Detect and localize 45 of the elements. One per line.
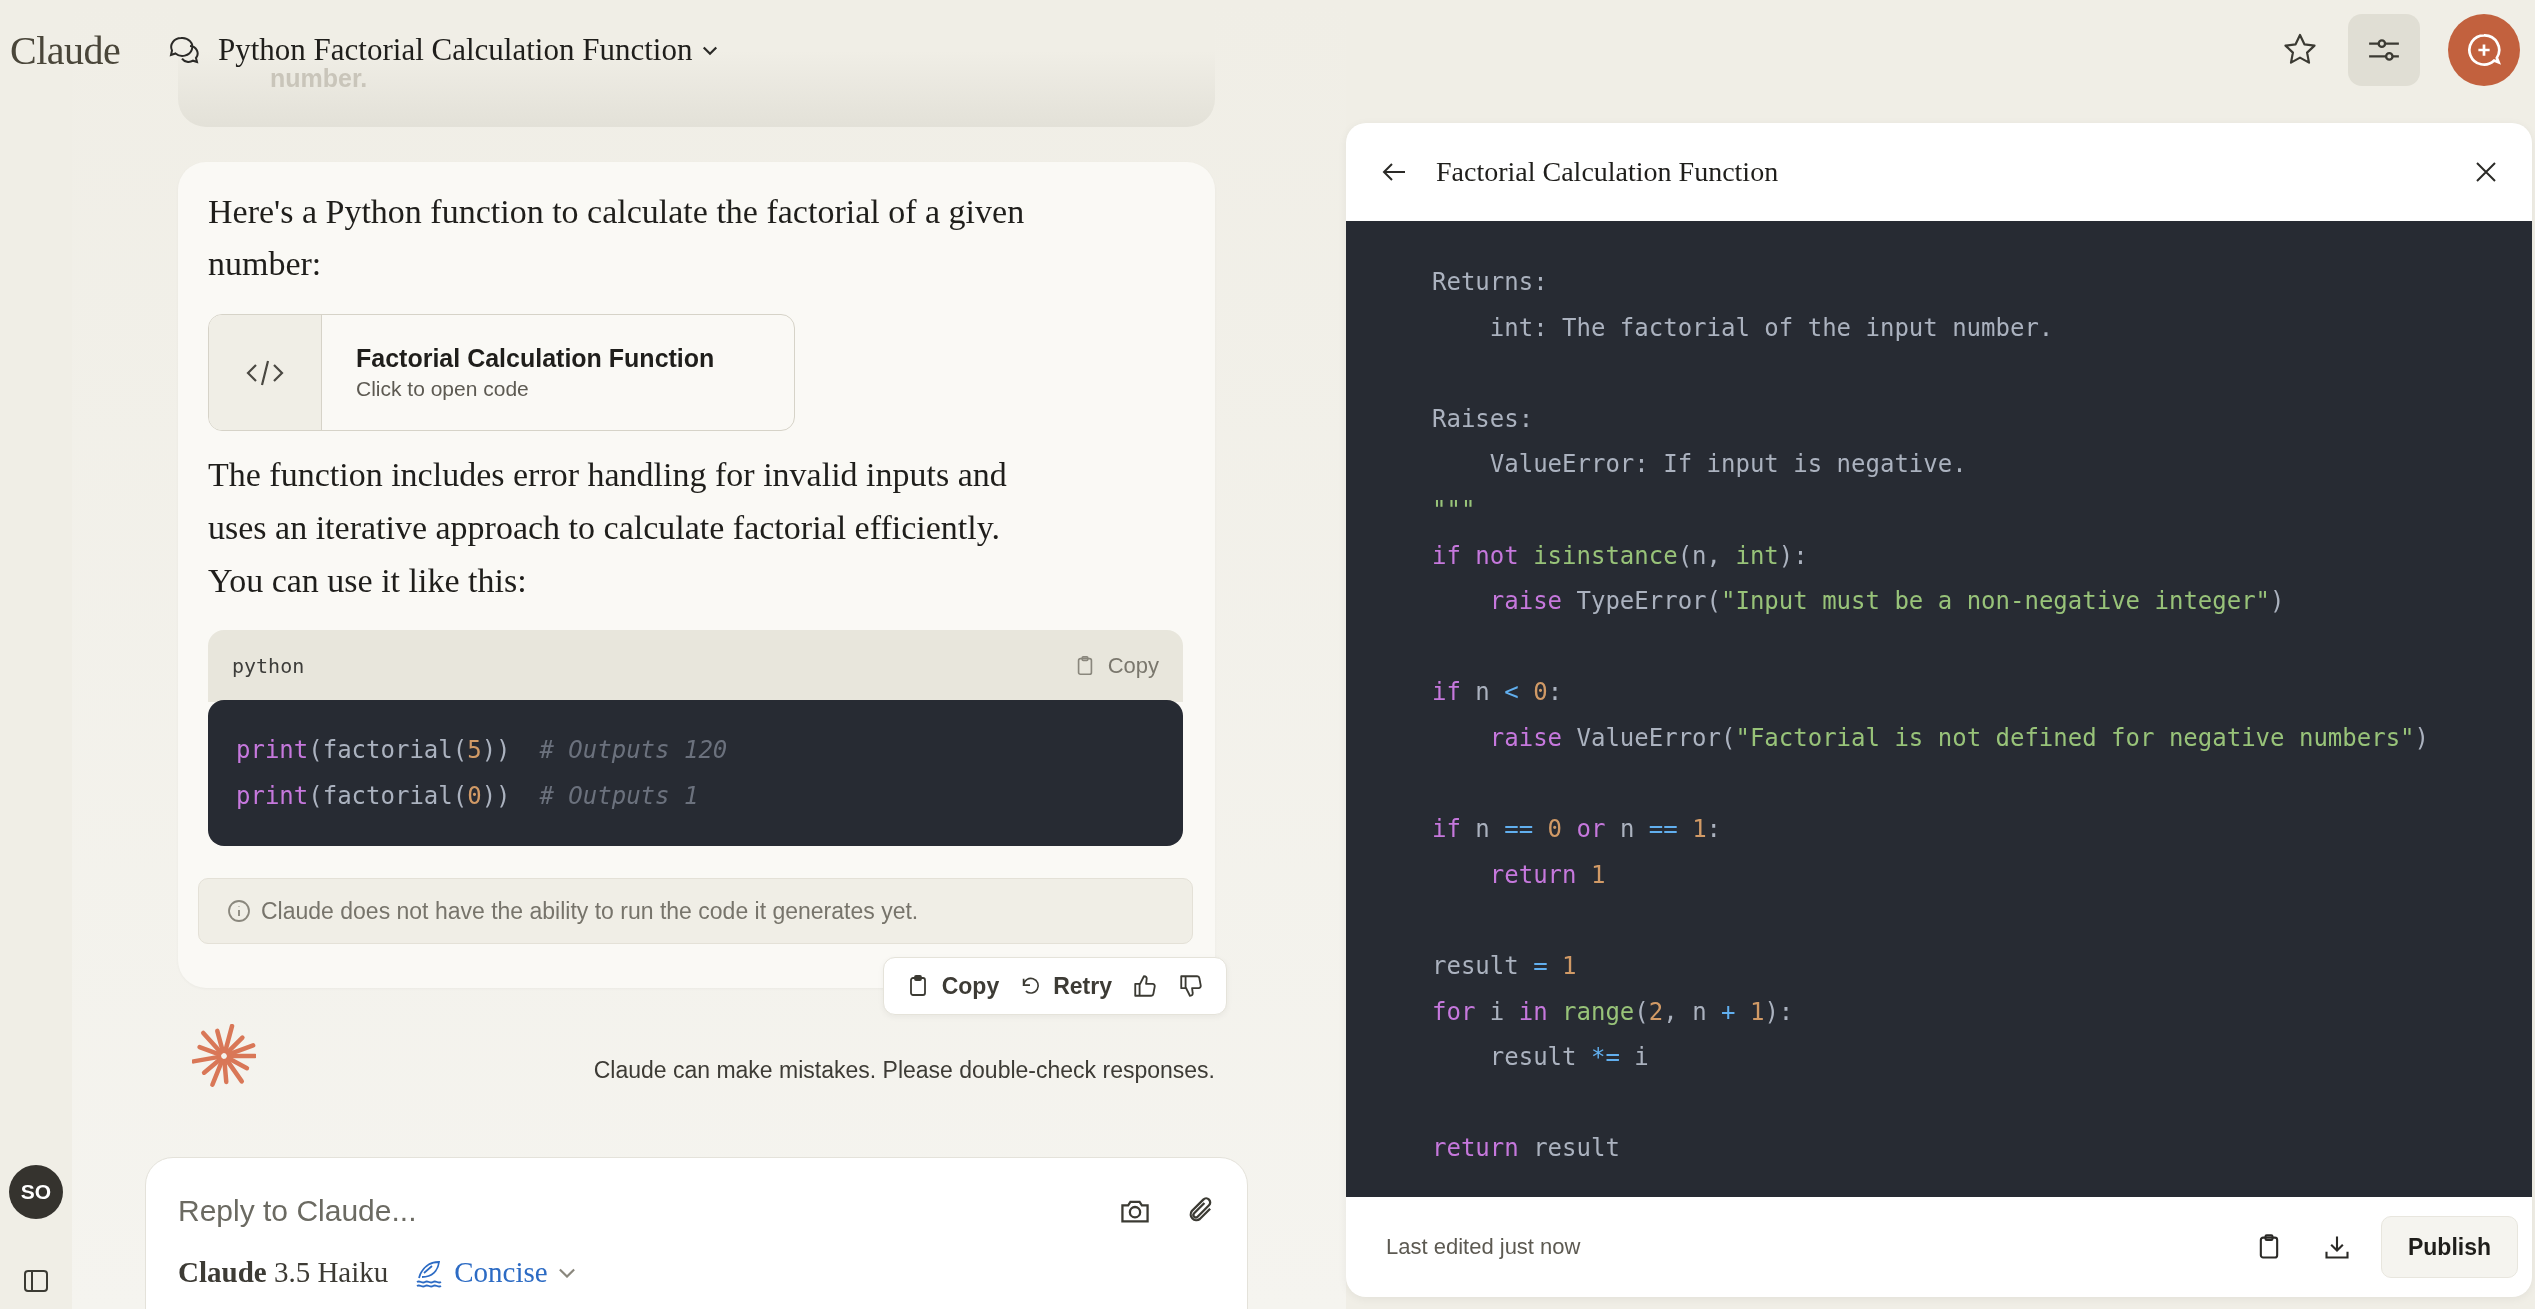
- artifact-card[interactable]: Factorial Calculation Function Click to open code: [208, 314, 795, 431]
- code-line: raise ValueError("Factorial is not defined for negative numbers"): [1488, 722, 2429, 754]
- response-text: Here's a Python function to calculate the factorial of a given number:: [208, 192, 1026, 284]
- language-label: python: [232, 654, 305, 678]
- reply-field[interactable]: Reply to Claude...: [178, 1194, 1085, 1228]
- app-logo[interactable]: Claude: [0, 26, 168, 74]
- chat-plus-icon: [2466, 32, 2502, 68]
- chat-bubbles-icon: [168, 34, 200, 66]
- code-line: if n == 0 or n == 1:: [1432, 814, 1722, 846]
- code-line: if n < 0:: [1432, 677, 1563, 709]
- info-icon: [227, 899, 251, 923]
- code-line: result = 1: [1432, 950, 1577, 982]
- artifact-title: Factorial Calculation Function: [1436, 156, 1779, 188]
- thumbs-up-icon[interactable]: [1132, 973, 1158, 999]
- code-line: for i in range(2, n + 1):: [1432, 996, 1794, 1028]
- code-line: """: [1432, 494, 1476, 526]
- disclaimer-text: Claude can make mistakes. Please double-check responses.: [593, 1057, 1215, 1085]
- code-line: print(factorial(5)) # Outputs 120: [236, 735, 728, 766]
- code-line: if not isinstance(n, int):: [1432, 540, 1808, 572]
- conversation-title[interactable]: Python Factorial Calculation Function: [218, 32, 721, 68]
- copy-button[interactable]: Copy: [905, 972, 1000, 1000]
- code-line: ValueError: If input is negative.: [1488, 449, 1967, 481]
- settings-button[interactable]: [2348, 14, 2420, 86]
- code-line: raise TypeError("Input must be a non-negative integer"): [1488, 586, 2285, 618]
- code-line: return 1: [1488, 859, 1606, 891]
- code-line: int: The factorial of the input number.: [1488, 312, 2054, 344]
- code-line: print(factorial(0)) # Outputs 1: [236, 781, 699, 812]
- close-icon[interactable]: [2474, 160, 2498, 184]
- note-text: Claude does not have the ability to run the code it generates yet.: [261, 897, 919, 925]
- style-selector[interactable]: Concise: [414, 1256, 576, 1289]
- thumbs-down-icon[interactable]: [1178, 973, 1204, 999]
- code-line: result *= i: [1488, 1042, 1649, 1074]
- model-selector[interactable]: Claude 3.5 Haiku: [178, 1256, 389, 1289]
- copy-code-button[interactable]: Copy: [1073, 653, 1159, 679]
- sparkle-logo-icon: [192, 1024, 256, 1088]
- last-edited-text: Last edited just now: [1386, 1234, 1581, 1260]
- sidebar-toggle-icon[interactable]: [22, 1267, 50, 1295]
- code-line: Raises:: [1432, 403, 1534, 435]
- retry-button[interactable]: Retry: [1019, 972, 1112, 1000]
- publish-button[interactable]: Publish: [2380, 1216, 2518, 1278]
- caret-icon: [557, 1267, 576, 1278]
- code-line: Returns:: [1432, 267, 1548, 298]
- response-text: The function includes error handling for invalid inputs and uses an iterative approach to calculate factorial efficiently. You can use it like this:: [208, 455, 1008, 601]
- code-line: return result: [1432, 1133, 1620, 1165]
- user-avatar[interactable]: SO: [9, 1165, 63, 1219]
